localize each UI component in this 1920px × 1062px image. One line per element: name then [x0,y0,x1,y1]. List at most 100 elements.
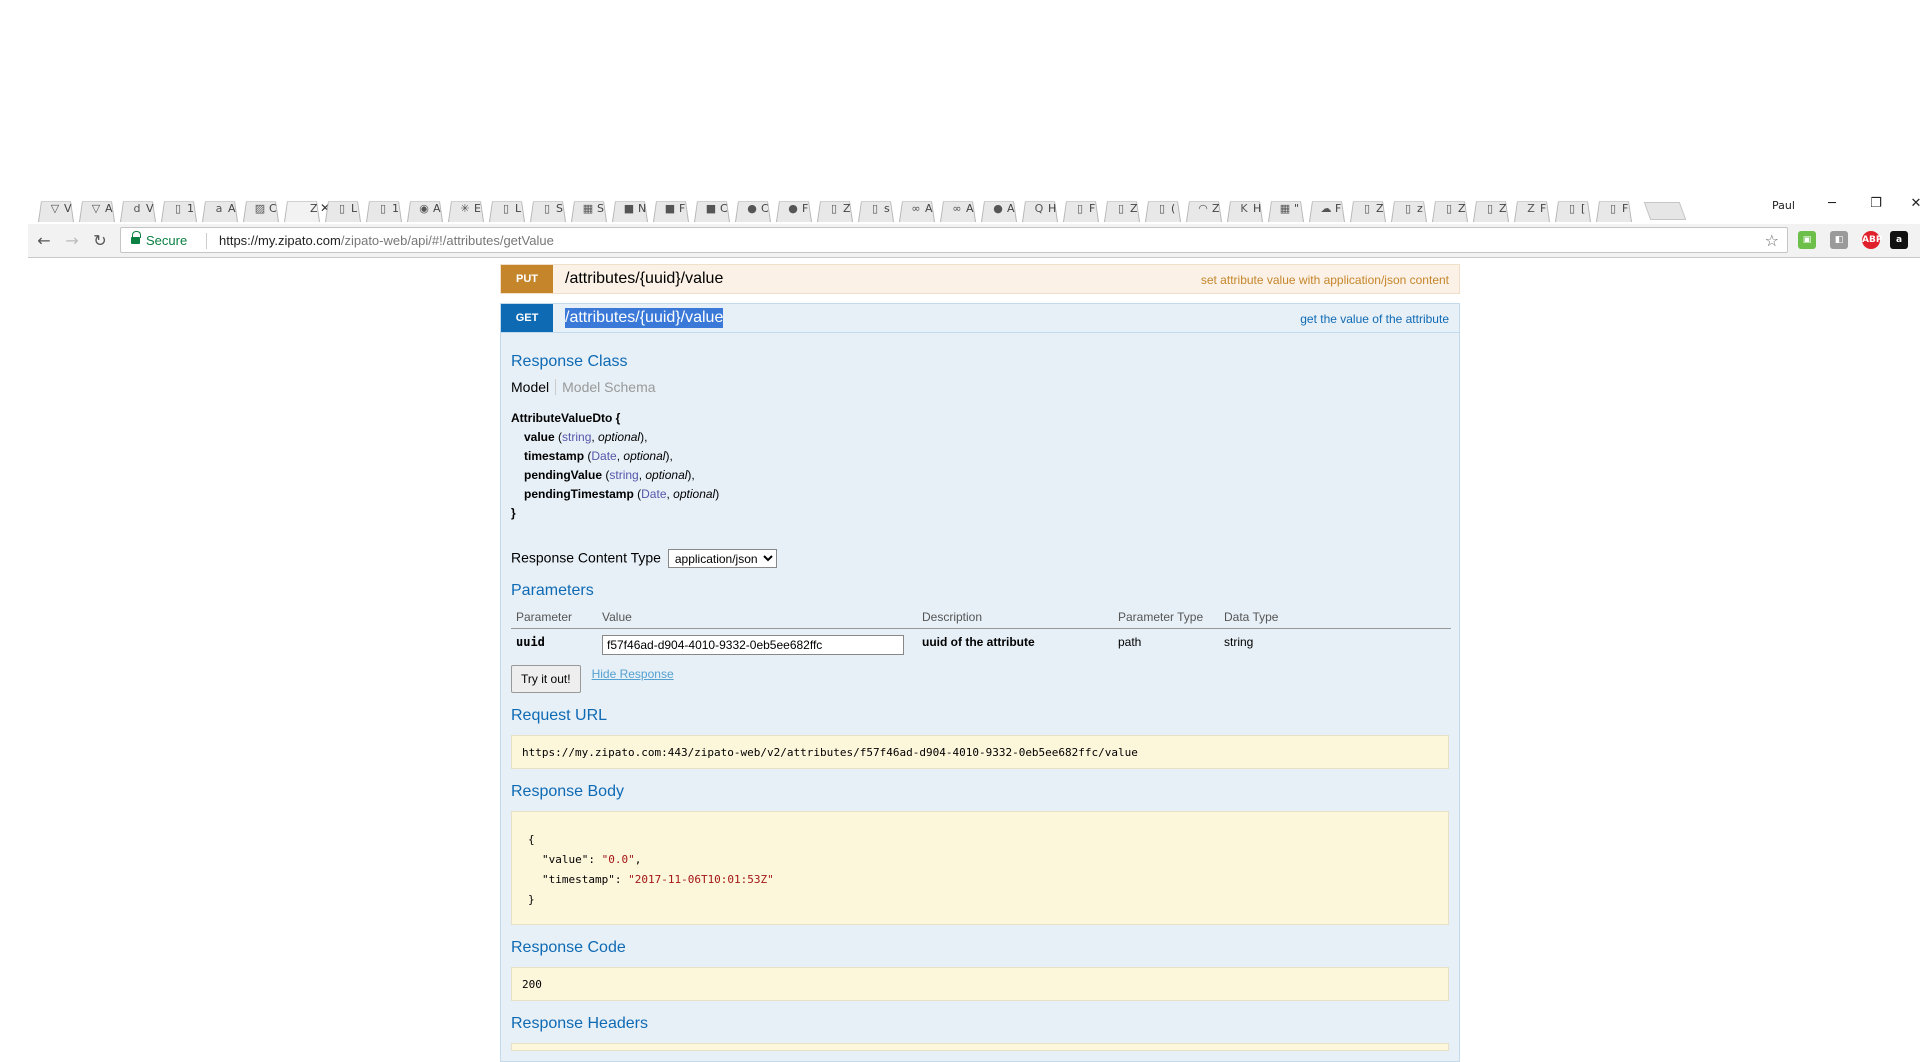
put-operation-summary[interactable]: set attribute value with application/jso… [1201,273,1449,287]
param-description: uuid of the attribute [922,635,1035,649]
browser-tab[interactable]: ■ N [610,192,650,222]
tab-list: ▽ V ▽ Ad V ▯ 1 a A ▨ C Z ✕ ▯ L ▯ 1 ◉ A ✳ E ▯ L ▯ S ▦ S ■ N ■ F ■ C ● C ● F ▯ Z… [36,190,1683,222]
browser-tab[interactable]: ▯[ [1553,192,1593,222]
content-type-select[interactable]: application/json [667,549,777,568]
tab-title: V [146,202,154,215]
put-operation-path[interactable]: /attributes/{uuid}/value [565,270,723,288]
get-method-badge[interactable]: GET [501,304,553,332]
tab-model[interactable]: Model [511,379,549,395]
browser-tab[interactable]: ☁ F [1307,192,1347,222]
browser-tab[interactable]: ● C [733,192,773,222]
browser-tab[interactable]: ▦ S [569,192,609,222]
tab-title: Z [1130,202,1138,215]
model-tabs: Model Model Schema [511,379,1449,395]
tab-model-schema[interactable]: Model Schema [555,379,656,395]
k-icon: K [1240,202,1248,215]
try-it-out-button[interactable]: Try it out! [511,665,581,693]
close-window-icon[interactable]: ✕ [1906,196,1920,212]
property-optional: optional [645,468,688,482]
bookmark-star-icon[interactable]: ☆ [1765,231,1779,250]
browser-tab[interactable]: ▽ V [36,192,76,222]
back-icon[interactable]: ← [34,232,54,250]
page-icon: ▯ [830,202,838,215]
put-method-badge[interactable]: PUT [501,265,553,293]
browser-tab[interactable]: ● A [979,192,1019,222]
browser-tab[interactable]: ◠ Z [1184,192,1224,222]
store-icon: ▦ [582,202,594,215]
page-icon: ▯ [1404,202,1412,215]
browser-tab[interactable]: ▯ 1 [159,192,199,222]
browser-tab[interactable]: ▯ 1 [364,192,404,222]
browser-tab[interactable]: ▯ Z [1102,192,1142,222]
page-icon: ▯ [1568,202,1576,215]
browser-tab[interactable]: ▯ Z [815,192,855,222]
browser-tab[interactable]: ▯ F [1061,192,1101,222]
property-name: pendingTimestamp [524,487,634,501]
browser-tab[interactable]: ∞ A [897,192,937,222]
tab-title: H [1253,202,1262,215]
model-property: timestamp (Date, optional), [524,449,673,463]
arduino-icon: ∞ [952,202,962,215]
page-icon: ▯ [1158,202,1166,215]
extension-icon[interactable]: ◧ [1830,231,1848,249]
browser-tab[interactable]: ▯ F [1594,192,1634,222]
browser-tab[interactable]: KH [1225,192,1265,222]
browser-tab[interactable]: ■ F [651,192,691,222]
swagger-content: PUT /attributes/{uuid}/value set attribu… [500,264,1460,1062]
restore-icon[interactable]: ❐ [1866,196,1886,212]
tab-title: L [515,202,522,215]
address-bar[interactable]: Secure https://my.zipato.com/zipato-web/… [120,227,1788,253]
response-class-title: Response Class [511,353,628,370]
forward-icon[interactable]: → [62,232,82,250]
browser-tab[interactable]: ▯( [1143,192,1183,222]
tab-title: F [1540,202,1547,215]
browser-tab[interactable]: Z ✕ [282,192,330,222]
browser-tab[interactable]: ▯ Z [1471,192,1511,222]
hide-response-link[interactable]: Hide Response [592,667,674,681]
new-tab-button[interactable] [1647,202,1683,220]
browser-tab[interactable]: ▨ C [241,192,281,222]
page-icon: ▯ [543,202,551,215]
browser-tab[interactable]: ▦ " [1266,192,1306,222]
browser-chrome: ▽ V ▽ Ad V ▯ 1 a A ▨ C Z ✕ ▯ L ▯ 1 ◉ A ✳ E ▯ L ▯ S ▦ S ■ N ■ F ■ C ● C ● F ▯ Z… [0,0,1920,260]
url-path: /zipato-web/api/#!/attributes/getValue [340,233,554,248]
browser-tab[interactable]: ◉ A [405,192,445,222]
parameters-table: Parameter Value Description Parameter Ty… [511,606,1451,661]
profile-name[interactable]: Paul [1772,199,1795,212]
url-text[interactable]: https://my.zipato.com/zipato-web/api/#!/… [219,233,554,248]
browser-tab[interactable]: aA [200,192,240,222]
browser-tab[interactable]: ▯ Z [1348,192,1388,222]
browser-tab[interactable]: ▯ Z [1430,192,1470,222]
browser-tab[interactable]: ■ C [692,192,732,222]
get-operation-path[interactable]: /attributes/{uuid}/value [565,308,724,328]
tab-title: F [1622,202,1629,215]
browser-tab[interactable]: ▯ S [528,192,568,222]
property-type: Date [591,449,617,463]
browser-tab[interactable]: ✳ E [446,192,486,222]
model-property: pendingValue (string, optional), [524,468,695,482]
reload-icon[interactable]: ↻ [90,232,110,250]
get-operation-header[interactable]: GET /attributes/{uuid}/value get the val… [500,303,1460,333]
wifi-icon: ◠ [1198,202,1208,215]
table-row: uuid uuid of the attribute path string [511,629,1451,662]
uuid-input[interactable] [602,635,904,655]
adblock-icon[interactable]: ABP [1862,231,1882,249]
browser-tab[interactable]: ZF [1512,192,1552,222]
browser-tab[interactable]: QH [1020,192,1060,222]
tab-title: Z [1458,202,1466,215]
amazon-assistant-icon[interactable]: a [1890,231,1908,249]
get-operation-summary[interactable]: get the value of the attribute [1300,312,1449,326]
put-operation-header[interactable]: PUT /attributes/{uuid}/value set attribu… [500,264,1460,294]
minimize-icon[interactable]: ─ [1822,196,1842,212]
browser-tab[interactable]: ▯ L [323,192,363,222]
browser-tab[interactable]: ● F [774,192,814,222]
page-icon: ▯ [1609,202,1617,215]
browser-tab[interactable]: ▯ z [1389,192,1429,222]
page-icon: ▯ [379,202,387,215]
browser-tab[interactable]: ∞ A [938,192,978,222]
browser-tab[interactable]: ▯ s [856,192,896,222]
browser-tab[interactable]: ▽ A [77,192,117,222]
feedly-icon[interactable]: ▣ [1798,231,1816,249]
browser-tab[interactable]: dV [118,192,158,222]
browser-tab[interactable]: ▯ L [487,192,527,222]
